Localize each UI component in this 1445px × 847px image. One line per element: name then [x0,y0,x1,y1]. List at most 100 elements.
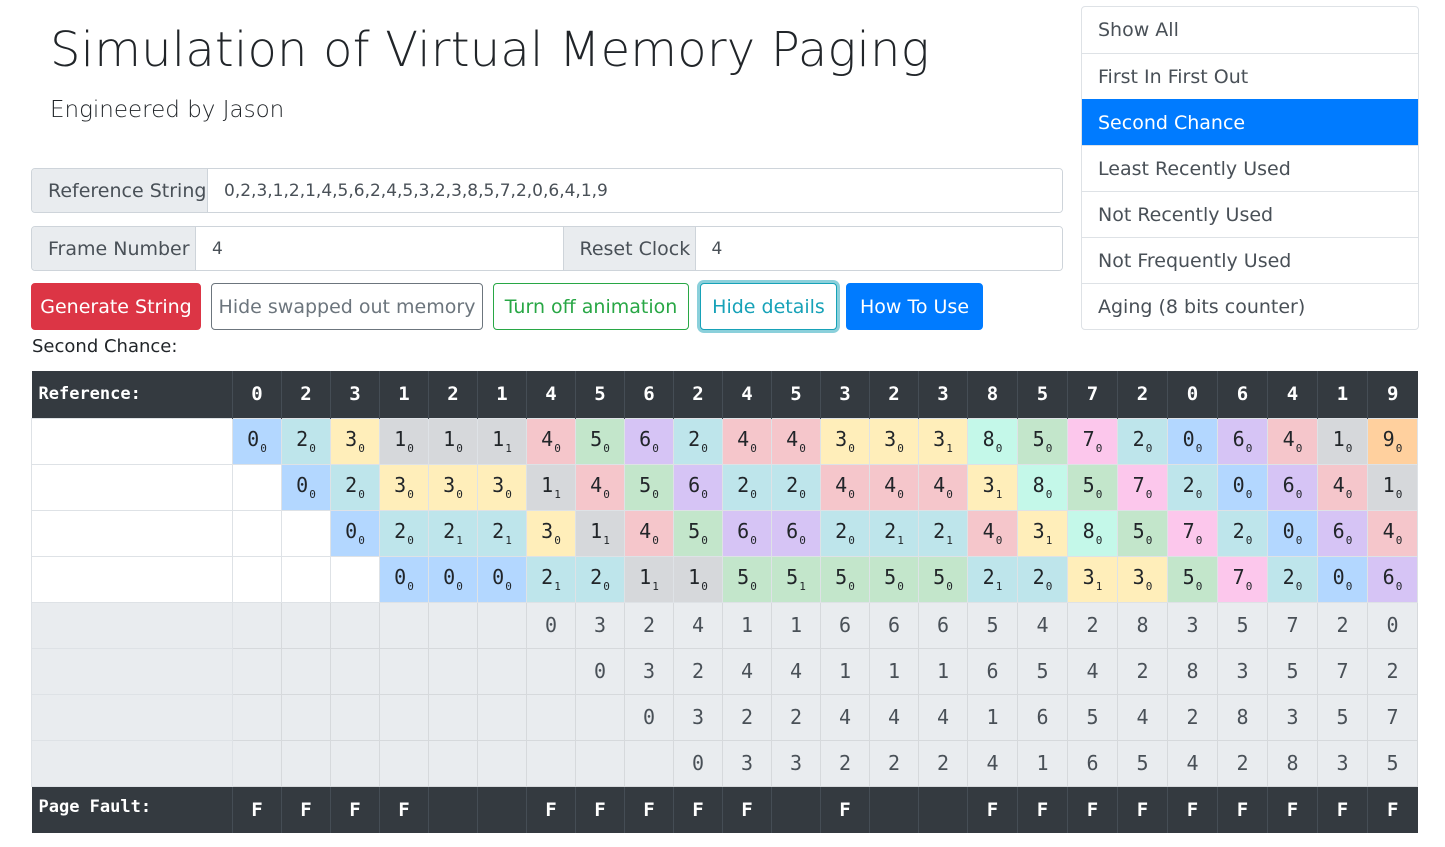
generate-string-button[interactable]: Generate String [31,283,201,330]
swapped-cell: 4 [820,693,870,741]
frame-cell: 60 [1367,555,1418,603]
animation-toggle-button[interactable]: Turn off animation [493,283,689,330]
frame-cell [232,509,282,557]
swapped-cell: 5 [1017,647,1068,695]
frame-row: 00 20 30 30 30 11 40 50 60 20 20 40 40 40 31 80 50 70 20 00… [31,463,1418,511]
frame-page: 8 [1082,519,1095,543]
frame-page: 6 [1382,565,1395,589]
frame-cell: 40 [918,463,968,511]
algorithm-menu-item[interactable]: Second Chance [1082,99,1418,145]
frame-cell: 30 [428,463,478,511]
frame-cell: 50 [820,555,870,603]
frame-cell: 70 [1067,417,1118,465]
algorithm-menu-item[interactable]: Show All [1082,7,1418,53]
reference-bit: 0 [1295,442,1303,455]
reference-cell: 4 [526,371,576,418]
page-fault-cell: F [232,786,282,833]
swapped-row: 0322444165428357 [31,693,1418,741]
frame-cell: 11 [526,463,576,511]
frame-cell: 30 [820,417,870,465]
frame-cell: 90 [1367,417,1418,465]
frame-cell: 21 [918,509,968,557]
frame-cell: 21 [526,555,576,603]
swapped-cell: 2 [1367,647,1418,695]
frame-page: 4 [835,473,848,497]
reference-cell: 6 [624,371,674,418]
algorithm-menu-item[interactable]: Least Recently Used [1082,145,1418,191]
reference-bit: 0 [946,488,953,501]
reference-bit: 0 [1295,488,1303,501]
reference-row-label: Reference: [31,371,233,418]
algorithm-menu-item[interactable]: First In First Out [1082,53,1418,99]
frame-cell: 10 [428,417,478,465]
reference-bit: 0 [1295,580,1303,593]
frame-cell: 11 [624,555,674,603]
frame-cell [281,509,331,557]
frame-cell: 40 [869,463,919,511]
reference-string-group: Reference String [31,168,1063,213]
frame-page: 3 [933,427,946,451]
page-fault-cell: F [820,786,870,833]
frame-cell: 80 [1017,463,1068,511]
swapped-cell: 3 [624,647,674,695]
frame-page: 4 [884,473,897,497]
frame-page: 6 [786,519,799,543]
reference-bit: 0 [799,534,806,547]
reference-cell: 3 [918,371,968,418]
frame-cell: 70 [1217,555,1268,603]
how-to-use-button[interactable]: How To Use [846,283,983,330]
reference-string-label: Reference String [32,169,208,212]
reference-bit: 0 [750,442,757,455]
frame-page: 7 [1182,519,1195,543]
reference-bit: 0 [1145,442,1153,455]
swapped-cell: 7 [1267,601,1318,649]
reset-clock-input[interactable] [695,227,1062,270]
algorithm-menu-item[interactable]: Not Recently Used [1082,191,1418,237]
hide-details-button[interactable]: Hide details [700,283,837,330]
reference-bit: 0 [1195,580,1203,593]
frame-page: 5 [786,565,799,589]
frame-page: 6 [688,473,701,497]
frame-cell: 50 [918,555,968,603]
reference-bit: 0 [946,580,953,593]
frame-page: 2 [1282,565,1295,589]
frame-cell: 20 [722,463,772,511]
reference-cell: 2 [281,371,331,418]
frame-cell: 60 [771,509,821,557]
frame-cell: 51 [771,555,821,603]
frame-cell: 80 [1067,509,1118,557]
reference-bit: 1 [995,580,1003,593]
swapped-cell [330,601,380,649]
frame-page: 2 [884,519,897,543]
reference-cell: 4 [722,371,772,418]
frame-cell: 10 [379,417,429,465]
hide-swapped-button[interactable]: Hide swapped out memory [211,283,483,330]
frame-page: 4 [590,473,603,497]
frame-page: 3 [394,473,407,497]
reference-bit: 0 [603,488,610,501]
reference-string-input[interactable] [208,169,1062,212]
frame-page: 6 [737,519,750,543]
reference-cell: 7 [1067,371,1118,418]
frame-page: 1 [1382,473,1395,497]
swapped-cell: 1 [869,647,919,695]
frame-number-input[interactable] [196,227,563,270]
reference-bit: 0 [1395,580,1403,593]
frame-cell: 40 [820,463,870,511]
algorithm-menu-item[interactable]: Aging (8 bits counter) [1082,283,1418,329]
frame-cell: 21 [869,509,919,557]
algorithm-menu-item[interactable]: Not Frequently Used [1082,237,1418,283]
swapped-cell: 3 [575,601,625,649]
frame-cell: 00 [330,509,380,557]
frame-cell: 00 [379,555,429,603]
swapped-cell [379,647,429,695]
reference-bit: 1 [799,580,806,593]
page-fault-cell: F [526,786,576,833]
frame-cell: 20 [1017,555,1068,603]
swapped-cell [526,647,576,695]
reference-bit: 1 [652,580,659,593]
reference-bit: 0 [1395,488,1403,501]
frame-cell: 00 [232,417,282,465]
frame-page: 3 [835,427,848,451]
algorithm-section-label: Second Chance: [32,336,178,357]
